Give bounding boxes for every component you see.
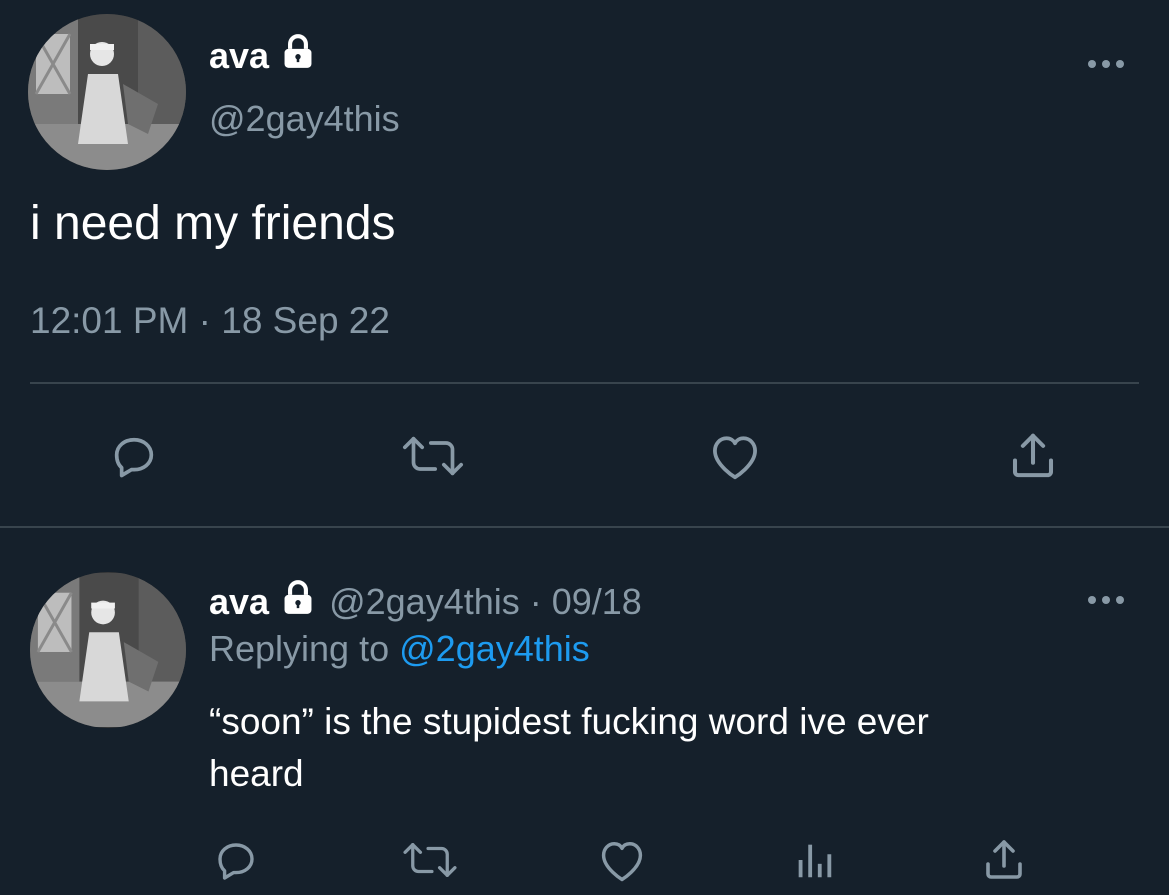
retweet-icon[interactable] xyxy=(395,428,471,484)
replying-to-label: Replying to xyxy=(209,628,390,669)
like-icon[interactable] xyxy=(594,834,650,886)
reply-text-line: “soon” is the stupidest fucking word ive… xyxy=(209,701,929,742)
reply-header: ava @2gay4this · 09/18 xyxy=(209,578,642,626)
author-handle[interactable]: @2gay4this xyxy=(209,98,400,140)
retweet-icon[interactable] xyxy=(398,834,462,886)
more-options-icon[interactable] xyxy=(1084,588,1128,612)
author-name-row[interactable]: ava xyxy=(209,579,317,626)
reply-text-line: heard xyxy=(209,753,304,794)
author-name[interactable]: ava xyxy=(209,35,269,77)
avatar[interactable] xyxy=(30,572,186,728)
analytics-icon[interactable] xyxy=(788,834,840,886)
reply-icon[interactable] xyxy=(106,428,162,484)
more-options-icon[interactable] xyxy=(1084,52,1128,76)
tweet-timestamp[interactable]: 12:01 PM · 18 Sep 22 xyxy=(30,300,390,342)
lock-icon xyxy=(279,579,317,626)
author-name-row[interactable]: ava xyxy=(209,32,317,80)
replying-to: Replying to @2gay4this xyxy=(209,628,590,670)
avatar[interactable] xyxy=(28,14,186,170)
reply-icon[interactable] xyxy=(210,834,262,886)
tweet-text: i need my friends xyxy=(30,197,396,250)
author-handle-date[interactable]: @2gay4this · 09/18 xyxy=(329,581,642,623)
like-icon[interactable] xyxy=(704,428,766,484)
tweet-separator xyxy=(0,526,1169,528)
lock-icon xyxy=(279,33,317,80)
share-icon[interactable] xyxy=(1004,428,1062,484)
replying-to-handle[interactable]: @2gay4this xyxy=(399,628,590,669)
author-name[interactable]: ava xyxy=(209,581,269,623)
share-icon[interactable] xyxy=(978,834,1030,886)
reply-text: “soon” is the stupidest fucking word ive… xyxy=(209,696,929,800)
divider xyxy=(30,382,1139,384)
